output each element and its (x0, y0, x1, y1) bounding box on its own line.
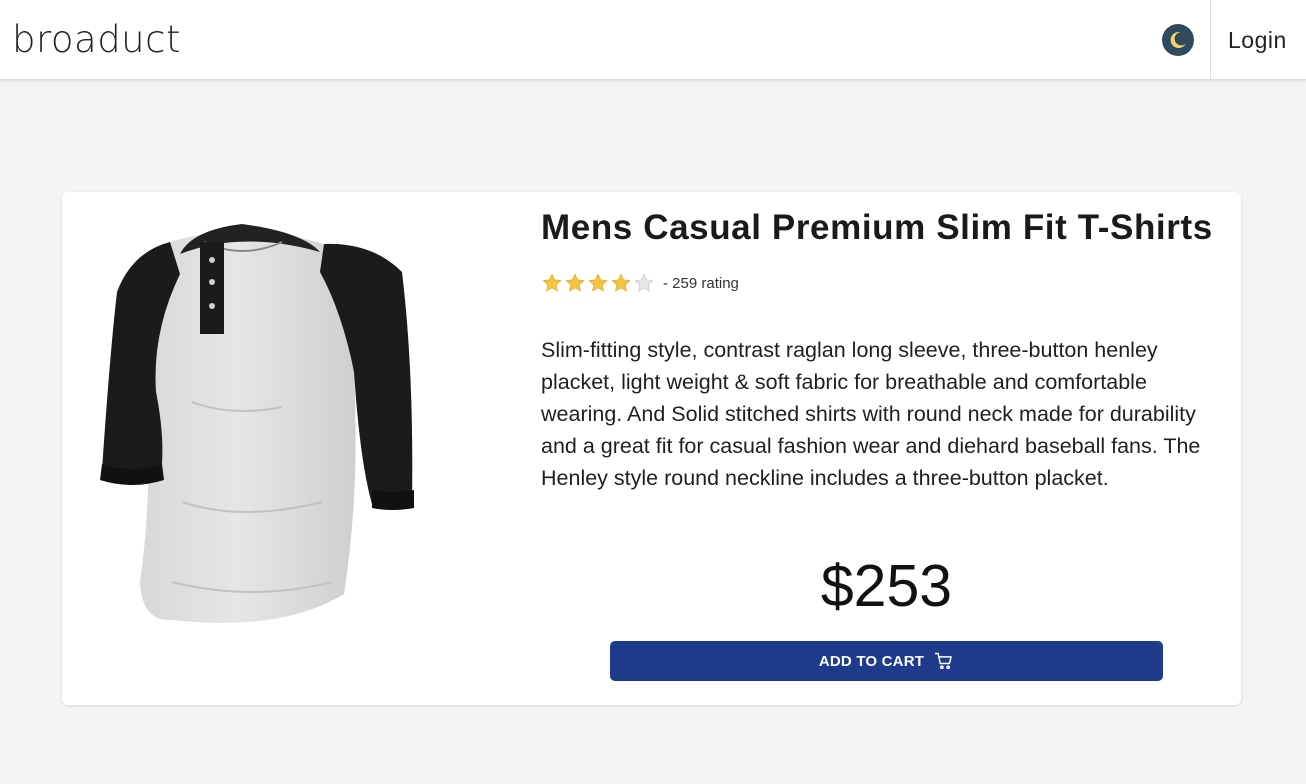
star-filled-icon (542, 273, 562, 292)
rating-count: - 259 rating (663, 274, 739, 292)
star-filled-icon (588, 273, 608, 292)
moon-icon (1170, 31, 1186, 48)
cart-icon (935, 652, 952, 670)
star-filled-icon (611, 273, 631, 292)
product-description: Slim-fitting style, contrast raglan long… (541, 338, 1201, 490)
navbar-divider (1210, 0, 1211, 80)
theme-toggle-button[interactable] (1162, 24, 1194, 56)
star-filled-icon (565, 273, 585, 292)
login-button[interactable]: Login (1228, 24, 1287, 56)
star-empty-icon (634, 273, 654, 292)
product-card: Mens Casual Premium Slim Fit T-Shirts - … (62, 192, 1241, 705)
product-image (100, 224, 414, 623)
product-price: $253 (820, 553, 953, 619)
add-to-cart-button[interactable]: ADD TO CART (610, 641, 1163, 681)
rating-stars (541, 272, 655, 294)
product-title: Mens Casual Premium Slim Fit T-Shirts (541, 208, 1213, 247)
add-to-cart-label: ADD TO CART (818, 652, 925, 670)
brand-logo[interactable]: broaduct (12, 18, 181, 62)
product-rating: - 259 rating (541, 272, 739, 294)
top-navbar: broaduct Login (0, 0, 1306, 80)
